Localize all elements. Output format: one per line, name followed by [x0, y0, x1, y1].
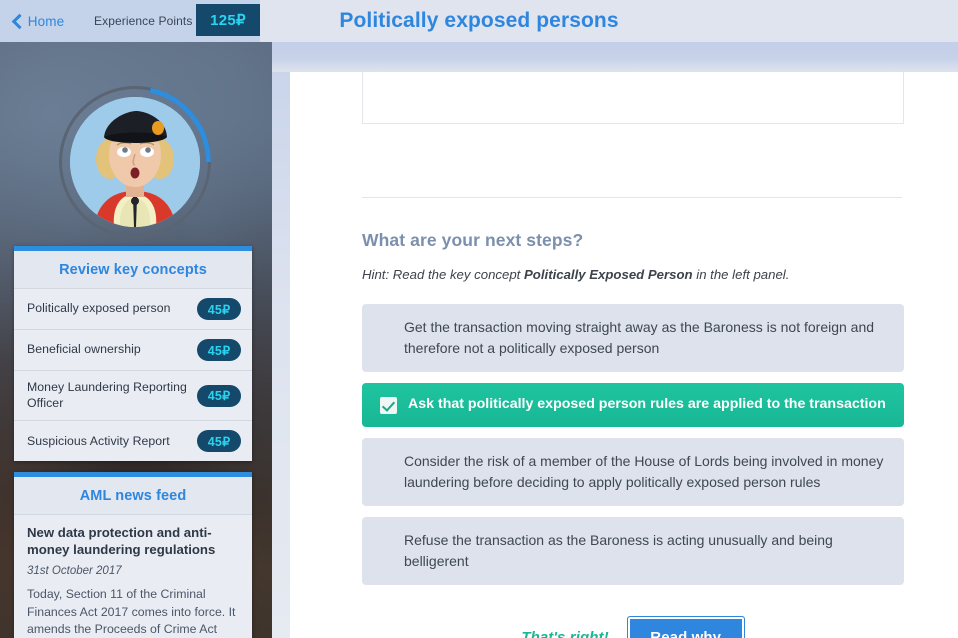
- review-key-concepts-title: Review key concepts: [59, 262, 207, 278]
- answer-option-text: Refuse the transaction as the Baroness i…: [404, 531, 833, 569]
- review-key-concepts-card: Review key concepts Politically exposed …: [14, 246, 252, 462]
- concept-label: Beneficial ownership: [27, 342, 141, 357]
- hint-prefix: Hint: Read the key concept: [362, 267, 525, 282]
- concept-label: Money Laundering Reporting Officer: [27, 380, 187, 410]
- avatar-illustration: [70, 97, 200, 227]
- answer-option-2-selected[interactable]: Ask that politically exposed person rule…: [362, 383, 904, 427]
- concept-item-politically-exposed-person[interactable]: Politically exposed person 45₽: [14, 288, 252, 329]
- concept-points-badge: 45₽: [197, 339, 241, 361]
- concept-item-mlro[interactable]: Money Laundering Reporting Officer 45₽: [14, 370, 252, 420]
- sidebar: Review key concepts Politically exposed …: [0, 42, 272, 638]
- sticky-header-band: [272, 42, 958, 72]
- concepts-list: Politically exposed person 45₽ Beneficia…: [14, 288, 252, 462]
- aml-news-feed-card: AML news feed New data protection and an…: [14, 472, 252, 638]
- answer-option-1[interactable]: Get the transaction moving straight away…: [362, 304, 904, 372]
- verdict-text: That's right!: [521, 628, 609, 638]
- next-steps-heading: What are your next steps?: [362, 230, 584, 250]
- checkbox-checked-icon: [380, 396, 397, 414]
- answer-options: Get the transaction moving straight away…: [362, 304, 904, 596]
- answer-option-4[interactable]: Refuse the transaction as the Baroness i…: [362, 517, 904, 585]
- scroll-area[interactable]: British politicians is being questioned.…: [272, 42, 958, 638]
- concept-item-suspicious-activity-report[interactable]: Suspicious Activity Report 45₽: [14, 420, 252, 461]
- home-button[interactable]: Home: [0, 0, 74, 42]
- app-root: Home Experience Points 125₽ Politically …: [0, 0, 958, 638]
- answer-option-text: Consider the risk of a member of the Hou…: [404, 452, 884, 490]
- concept-label: Suspicious Activity Report: [27, 433, 170, 448]
- aml-news-feed-title: AML news feed: [79, 488, 187, 504]
- chevron-left-icon: [10, 15, 22, 27]
- concept-label: Politically exposed person: [27, 301, 171, 316]
- concept-points-badge: 45₽: [197, 430, 241, 453]
- concept-item-beneficial-ownership[interactable]: Beneficial ownership 45₽: [14, 329, 252, 370]
- home-button-label: Home: [27, 13, 65, 29]
- read-why-button[interactable]: Read why: [626, 616, 745, 638]
- news-body-text: Today, Section 11 of the Criminal Financ…: [27, 586, 236, 637]
- top-bar: Home Experience Points 125₽ Politically …: [0, 0, 958, 42]
- experience-points-badge: 125₽: [196, 4, 260, 36]
- news-article[interactable]: New data protection and anti-money laund…: [14, 514, 252, 638]
- concept-points-badge: 45₽: [197, 384, 241, 407]
- news-headline: New data protection and anti-money laund…: [27, 525, 216, 557]
- answer-option-3[interactable]: Consider the risk of a member of the Hou…: [362, 438, 904, 506]
- answer-option-text: Ask that politically exposed person rule…: [408, 396, 886, 413]
- avatar[interactable]: [59, 86, 211, 238]
- experience-points-label: Experience Points: [94, 14, 193, 28]
- main-content: British politicians is being questioned.…: [272, 42, 958, 638]
- experience-points-panel: Experience Points 125₽: [74, 0, 260, 42]
- news-date: 31st October 2017: [27, 564, 122, 577]
- footer-row: That's right! Read why: [362, 616, 904, 638]
- hint-suffix: in the left panel.: [692, 267, 790, 282]
- concept-points-badge: 45₽: [197, 298, 241, 320]
- hint-text: Hint: Read the key concept Politically E…: [362, 267, 789, 282]
- answer-option-text: Get the transaction moving straight away…: [404, 318, 875, 356]
- hint-bold-term: Politically Exposed Person: [524, 267, 693, 282]
- section-divider: [362, 197, 902, 198]
